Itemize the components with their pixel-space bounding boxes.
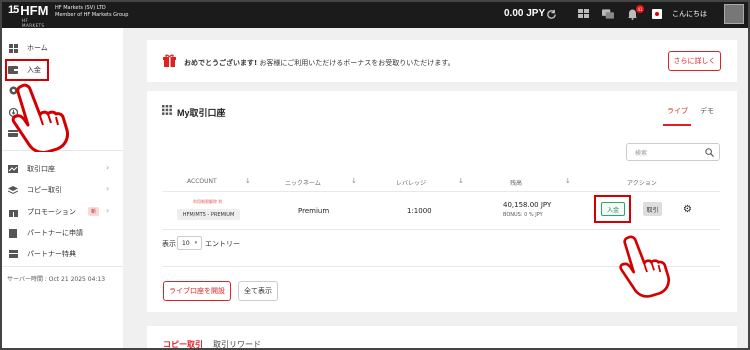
chart-icon	[8, 165, 18, 173]
sort-arrow-icon[interactable]: ↓	[245, 177, 251, 185]
bonus-cell: BONUS: 0 % JPY	[503, 212, 543, 218]
sort-arrow-icon[interactable]: ↓	[351, 177, 357, 185]
sidebar-item-home[interactable]: ホーム	[8, 43, 48, 53]
chat-icon[interactable]	[602, 8, 614, 20]
greeting-text: こんにちは	[672, 10, 707, 18]
account-restriction-label: 利用制限解除 利	[193, 199, 223, 204]
grid-icon	[8, 43, 18, 53]
bonus-body: お客様にご利用いただけるボーナスをお受取りいただけます。	[259, 59, 455, 67]
search-placeholder: 検索	[635, 150, 648, 157]
search-icon	[705, 148, 714, 157]
gift-icon	[163, 54, 176, 67]
company-info: HF Markets (SV) LTD Member of HF Markets…	[55, 5, 128, 19]
sidebar-item-label: コピー取引	[27, 186, 62, 194]
balance-cell: 40,158.00 JPY	[503, 201, 552, 209]
accounts-title: My取引口座	[177, 108, 226, 118]
leverage-cell: 1:1000	[407, 207, 432, 215]
gear-icon[interactable]: ⚙	[683, 204, 692, 215]
column-header-nickname[interactable]: ニックネーム	[285, 178, 321, 187]
show-label: 表示	[162, 240, 176, 248]
server-time: サーバー時間 : Oct 21 2025 04:13	[7, 276, 106, 283]
column-header-actions: アクション	[627, 180, 657, 187]
tab-demo[interactable]: デモ	[700, 106, 714, 116]
nickname-cell: Premium	[298, 207, 330, 215]
highlight-box-deposit	[5, 59, 49, 81]
table-icon	[8, 250, 18, 258]
account-type-badge: HFM/MT5 - PREMIUM	[177, 209, 240, 220]
balance-display: 0.00 JPY	[504, 8, 546, 19]
tab-live-underline	[663, 124, 691, 126]
sidebar-item-label: パートナーに申請	[27, 229, 83, 237]
entries-label: エントリー	[205, 240, 240, 248]
learn-more-button[interactable]: さらに詳しく	[668, 51, 721, 71]
logo-text: HFM	[20, 3, 49, 18]
highlight-box-deposit-button	[594, 195, 631, 223]
sidebar-item-trading-accounts[interactable]: 取引口座	[8, 164, 55, 174]
sidebar-item-copy-trading[interactable]: コピー取引	[8, 185, 62, 195]
sidebar-item-label: ホーム	[27, 44, 48, 52]
chevron-right-icon: ›	[106, 206, 110, 215]
sidebar-item-label: プロモーション	[27, 208, 76, 216]
logo-subtitle: HF MARKETS	[22, 18, 45, 28]
open-live-account-button[interactable]: ライブ口座を開設	[163, 281, 231, 301]
gift-icon	[8, 207, 18, 217]
trade-button[interactable]: 取引	[643, 202, 662, 216]
show-all-button[interactable]: 全て表示	[238, 281, 278, 301]
doc-icon	[8, 228, 18, 238]
bonus-message: おめでとうございます! お客様にご利用いただけるボーナスをお受取りいただけます。	[184, 58, 455, 68]
tab-trading-rewards[interactable]: 取引リワード	[213, 339, 261, 350]
entries-value: 10	[182, 239, 190, 247]
avatar[interactable]	[724, 4, 744, 24]
tab-live[interactable]: ライブ	[667, 106, 688, 116]
table-divider	[163, 191, 720, 192]
tab-copy-trading[interactable]: コピー取引	[163, 339, 203, 350]
entries-select[interactable]: 10 ▾	[177, 236, 202, 250]
sort-arrow-icon[interactable]: ↓	[565, 177, 571, 185]
bonus-title: おめでとうございます!	[184, 59, 258, 67]
japan-flag-icon[interactable]	[652, 9, 662, 19]
pointing-hand-icon	[619, 235, 671, 298]
column-header-balance[interactable]: 残高	[510, 178, 522, 187]
column-header-account[interactable]: ACCOUNT	[187, 178, 217, 185]
layers-icon	[8, 185, 18, 194]
notification-badge: 41	[636, 5, 644, 13]
logo-number: 15	[8, 4, 19, 16]
sidebar-item-label: 取引口座	[27, 165, 55, 173]
chevron-right-icon: ›	[106, 184, 110, 193]
refresh-icon[interactable]	[545, 8, 557, 20]
top-bar: 15 HFM HF MARKETS HF Markets (SV) LTD Me…	[0, 0, 750, 28]
search-input[interactable]: 検索	[626, 143, 720, 161]
sidebar-divider	[0, 266, 123, 267]
table-divider	[163, 229, 720, 230]
platform-grid-icon[interactable]	[578, 8, 590, 20]
sidebar-item-label: パートナー特典	[27, 250, 76, 258]
sidebar-item-partner-apply[interactable]: パートナーに申請	[8, 228, 83, 238]
company-line-1: HF Markets (SV) LTD	[55, 5, 106, 11]
sort-arrow-icon[interactable]: ↓	[458, 177, 464, 185]
company-line-2: Member of HF Markets Group	[55, 12, 129, 18]
chevron-down-icon: ▾	[194, 240, 198, 246]
sidebar-item-promotions[interactable]: プロモーション	[8, 207, 76, 217]
column-header-leverage[interactable]: レバレッジ	[396, 178, 426, 187]
sidebar-item-partner-benefits[interactable]: パートナー特典	[8, 249, 76, 259]
pointing-hand-icon	[11, 83, 69, 152]
hfm-logo[interactable]: 15 HFM HF MARKETS	[8, 3, 49, 28]
grid-icon	[162, 105, 172, 115]
chevron-right-icon: ›	[106, 163, 110, 172]
new-badge: 新	[88, 207, 100, 216]
